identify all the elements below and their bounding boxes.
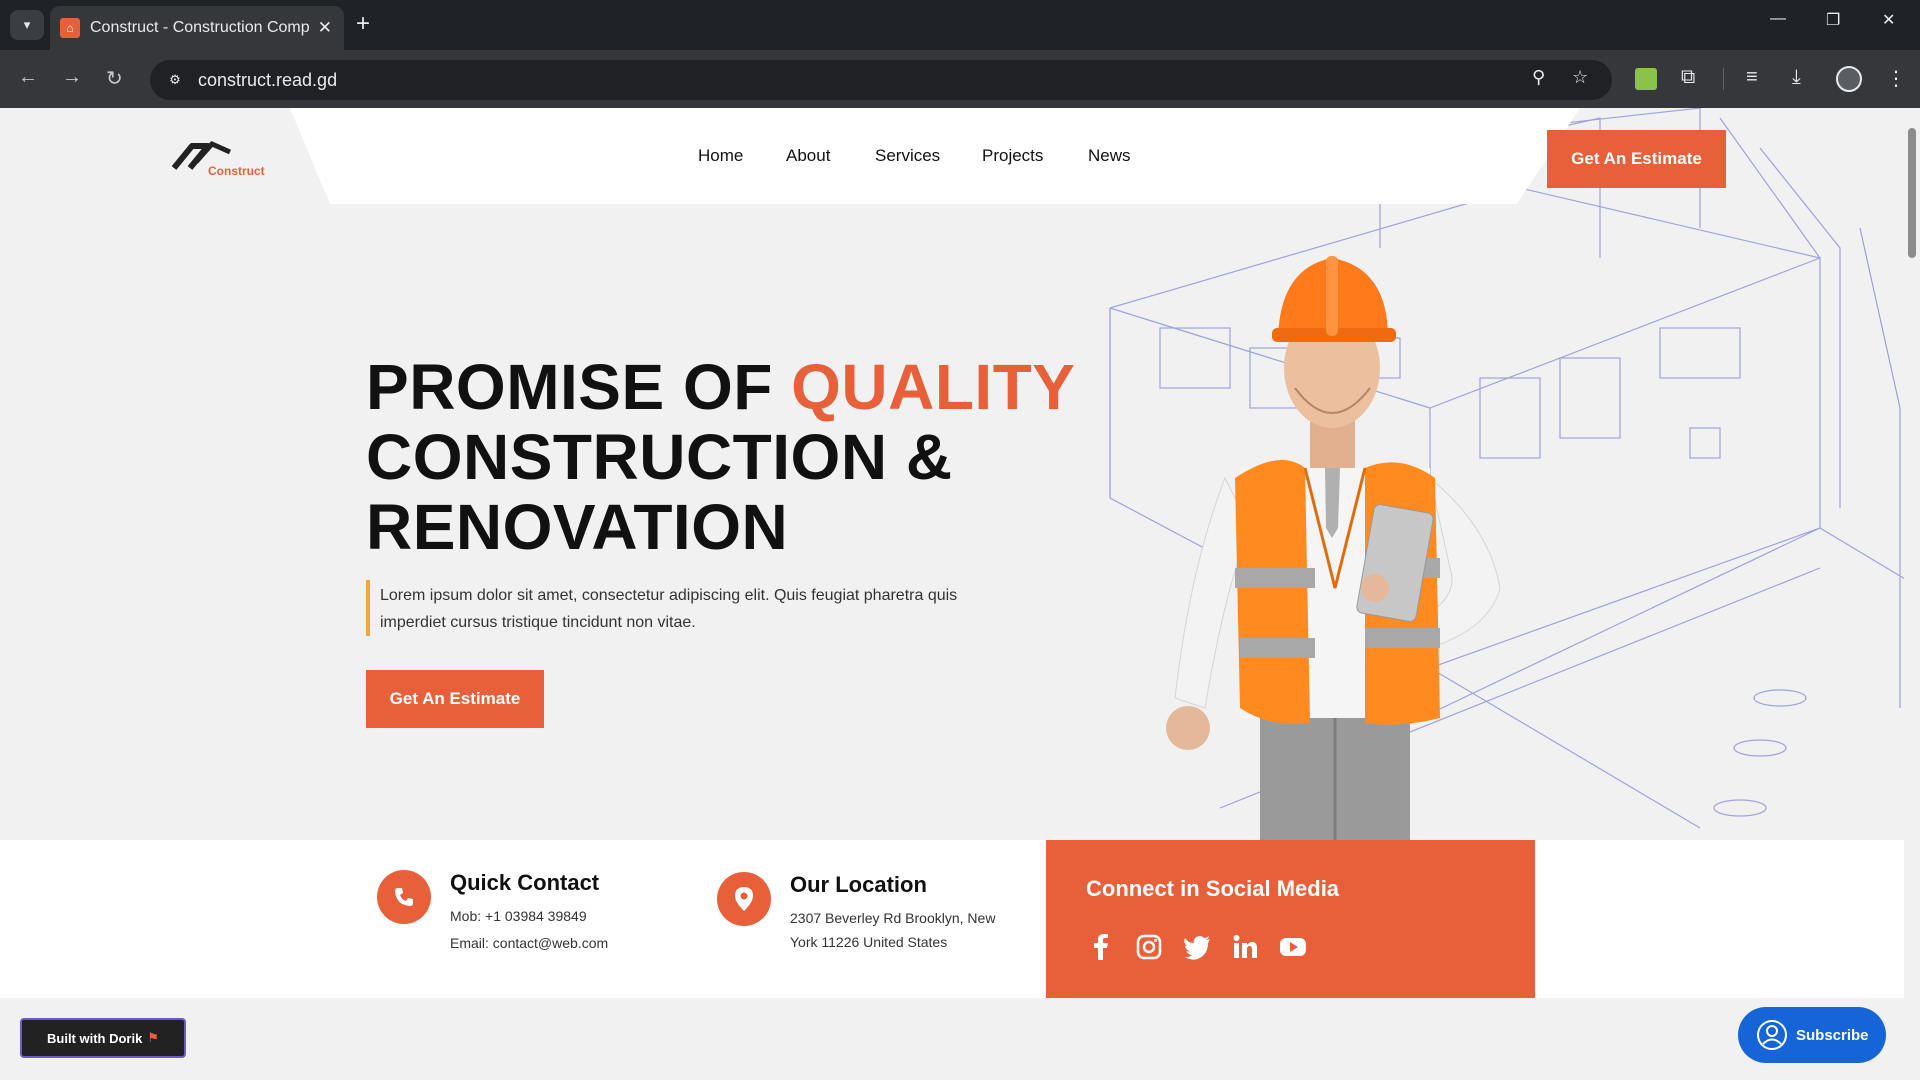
forward-icon[interactable]: → xyxy=(62,66,82,89)
hero-title: PROMISE OF QUALITY CONSTRUCTION & RENOVA… xyxy=(366,352,1075,562)
reload-icon[interactable]: ↻ xyxy=(106,66,123,91)
social-media-box: Connect in Social Media xyxy=(1046,840,1535,998)
hero-title-line2: CONSTRUCTION & xyxy=(366,421,953,493)
header-estimate-button[interactable]: Get An Estimate xyxy=(1547,130,1726,188)
construction-worker-image xyxy=(1166,256,1501,848)
media-control-icon[interactable]: ≡ xyxy=(1746,66,1758,89)
bookmark-star-icon[interactable]: ☆ xyxy=(1572,67,1588,88)
quick-contact-phone[interactable]: Mob: +1 03984 39849 xyxy=(450,908,587,924)
restore-icon[interactable]: ❐ xyxy=(1826,10,1840,30)
logo-text: Construct xyxy=(208,164,265,178)
nav-news[interactable]: News xyxy=(1088,146,1131,166)
toolbar-divider xyxy=(1723,68,1724,90)
web-page: Construct Home About Services Projects N… xyxy=(0,108,1920,1080)
back-icon[interactable]: ← xyxy=(18,66,38,89)
location-address-line1: 2307 Beverley Rd Brooklyn, New xyxy=(790,910,996,926)
address-bar[interactable]: ⚙ construct.read.gd xyxy=(150,60,1612,100)
tab-close-icon[interactable]: ✕ xyxy=(318,18,332,38)
browser-tab[interactable]: ⌂ Construct - Construction Comp ✕ xyxy=(50,6,344,50)
hero-description: Lorem ipsum dolor sit amet, consectetur … xyxy=(380,587,958,631)
subscribe-button[interactable]: Subscribe xyxy=(1738,1007,1886,1063)
nav-home[interactable]: Home xyxy=(698,146,743,166)
our-location-title: Our Location xyxy=(790,872,927,897)
extension-icon[interactable] xyxy=(1635,68,1657,90)
youtube-icon[interactable] xyxy=(1278,932,1308,962)
subscribe-label: Subscribe xyxy=(1796,1026,1869,1044)
location-address-line2: York 11226 United States xyxy=(790,934,948,950)
built-with-dorik-badge[interactable]: Built with Dorik ⚑ xyxy=(20,1018,186,1058)
close-window-icon[interactable]: ✕ xyxy=(1882,10,1895,30)
site-info-icon[interactable]: ⚙ xyxy=(162,67,188,93)
hero-accent-bar xyxy=(366,580,370,636)
new-tab-button[interactable]: + xyxy=(356,12,370,36)
tab-list-button[interactable]: ▾ xyxy=(10,10,44,40)
profile-avatar[interactable] xyxy=(1836,66,1862,92)
dorik-badge-label: Built with Dorik xyxy=(47,1030,143,1046)
menu-kebab-icon[interactable]: ⋮ xyxy=(1886,66,1906,91)
quick-contact-email[interactable]: Email: contact@web.com xyxy=(450,935,608,951)
browser-tab-bar: ▾ ⌂ Construct - Construction Comp ✕ + — … xyxy=(0,0,1920,50)
hero-estimate-button[interactable]: Get An Estimate xyxy=(366,670,544,728)
location-pin-icon xyxy=(717,872,771,926)
tab-title: Construct - Construction Comp xyxy=(90,19,310,36)
nav-projects[interactable]: Projects xyxy=(982,146,1043,166)
page-scrollbar[interactable] xyxy=(1904,108,1920,1080)
site-favicon-icon: ⌂ xyxy=(60,18,80,38)
nav-about[interactable]: About xyxy=(786,146,830,166)
flag-icon: ⚑ xyxy=(147,1030,159,1045)
hero-title-part1: PROMISE OF xyxy=(366,351,792,423)
url-text[interactable]: construct.read.gd xyxy=(198,70,337,91)
download-icon[interactable]: ⤓ xyxy=(1792,66,1801,89)
zoom-icon[interactable]: ⚲ xyxy=(1532,67,1545,88)
scrollbar-thumb[interactable] xyxy=(1908,128,1916,258)
instagram-icon[interactable] xyxy=(1134,932,1164,962)
nav-services[interactable]: Services xyxy=(875,146,940,166)
social-media-title: Connect in Social Media xyxy=(1086,876,1340,901)
minimize-icon[interactable]: — xyxy=(1770,10,1786,28)
twitter-icon[interactable] xyxy=(1182,932,1212,962)
extensions-puzzle-icon[interactable]: ⧉ xyxy=(1681,66,1695,89)
quick-contact-title: Quick Contact xyxy=(450,870,600,895)
hero-title-line3: RENOVATION xyxy=(366,491,789,563)
hero-title-accent: QUALITY xyxy=(791,351,1076,423)
phone-icon xyxy=(377,870,431,924)
user-icon xyxy=(1757,1020,1787,1050)
linkedin-icon[interactable] xyxy=(1230,932,1260,962)
facebook-icon[interactable] xyxy=(1086,932,1116,962)
